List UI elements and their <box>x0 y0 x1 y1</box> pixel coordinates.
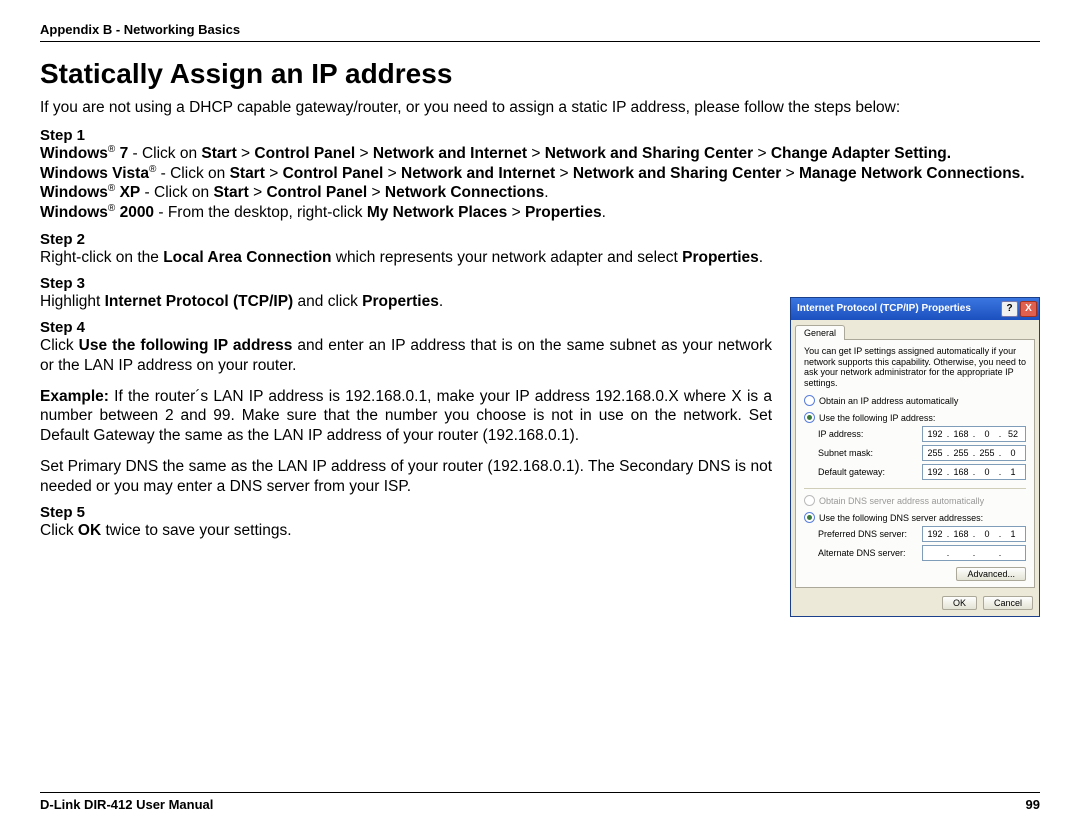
input-alternate-dns[interactable]: ... <box>922 545 1026 561</box>
step-1-vista: Windows Vista® - Click on Start > Contro… <box>40 164 1040 184</box>
page-footer: D-Link DIR-412 User Manual 99 <box>40 792 1040 812</box>
dialog-titlebar[interactable]: Internet Protocol (TCP/IP) Properties ? … <box>791 298 1039 320</box>
label-ip-address: IP address: <box>818 429 863 439</box>
dialog-note: You can get IP settings assigned automat… <box>804 346 1026 389</box>
radio-use-following-dns[interactable]: Use the following DNS server addresses: <box>804 512 1026 523</box>
step-3-label: Step 3 <box>40 275 1040 292</box>
step-3-text: Highlight Internet Protocol (TCP/IP) and… <box>40 292 772 311</box>
step-5-label: Step 5 <box>40 504 772 521</box>
input-default-gateway[interactable]: 192.168.0.1 <box>922 464 1026 480</box>
dialog-title: Internet Protocol (TCP/IP) Properties <box>797 303 971 314</box>
ok-button[interactable]: OK <box>942 596 977 610</box>
radio-icon <box>804 395 815 406</box>
tab-general[interactable]: General <box>795 325 845 340</box>
radio-obtain-dns-auto: Obtain DNS server address automatically <box>804 495 1026 506</box>
input-ip-address[interactable]: 192.168.0.52 <box>922 426 1026 442</box>
page-title: Statically Assign an IP address <box>40 58 1040 90</box>
intro-paragraph: If you are not using a DHCP capable gate… <box>40 98 1040 117</box>
radio-obtain-ip-auto[interactable]: Obtain an IP address automatically <box>804 395 1026 406</box>
step-2-label: Step 2 <box>40 231 1040 248</box>
footer-page-number: 99 <box>1026 797 1040 812</box>
radio-icon-selected <box>804 512 815 523</box>
advanced-button[interactable]: Advanced... <box>956 567 1026 581</box>
label-default-gateway: Default gateway: <box>818 467 885 477</box>
step-4-example: Example: If the router´s LAN IP address … <box>40 387 772 445</box>
tcpip-properties-dialog: Internet Protocol (TCP/IP) Properties ? … <box>790 297 1040 617</box>
step-1-xp: Windows® XP - Click on Start > Control P… <box>40 183 1040 203</box>
radio-use-following-ip[interactable]: Use the following IP address: <box>804 412 1026 423</box>
step-5-text: Click OK twice to save your settings. <box>40 521 772 540</box>
step-1-win2000: Windows® 2000 - From the desktop, right-… <box>40 203 1040 223</box>
radio-icon-selected <box>804 412 815 423</box>
cancel-button[interactable]: Cancel <box>983 596 1033 610</box>
help-button[interactable]: ? <box>1001 301 1018 317</box>
close-button[interactable]: X <box>1020 301 1037 317</box>
label-subnet-mask: Subnet mask: <box>818 448 873 458</box>
step-1-label: Step 1 <box>40 127 1040 144</box>
step-4-para1: Click Use the following IP address and e… <box>40 336 772 375</box>
step-4-label: Step 4 <box>40 319 772 336</box>
footer-manual-name: D-Link DIR-412 User Manual <box>40 797 213 812</box>
label-alternate-dns: Alternate DNS server: <box>818 548 906 558</box>
radio-icon <box>804 495 815 506</box>
label-preferred-dns: Preferred DNS server: <box>818 529 907 539</box>
step-1-win7: Windows® 7 - Click on Start > Control Pa… <box>40 144 1040 164</box>
page-header: Appendix B - Networking Basics <box>40 22 1040 42</box>
input-subnet-mask[interactable]: 255.255.255.0 <box>922 445 1026 461</box>
step-2-text: Right-click on the Local Area Connection… <box>40 248 1040 267</box>
input-preferred-dns[interactable]: 192.168.0.1 <box>922 526 1026 542</box>
step-4-dns: Set Primary DNS the same as the LAN IP a… <box>40 457 772 496</box>
